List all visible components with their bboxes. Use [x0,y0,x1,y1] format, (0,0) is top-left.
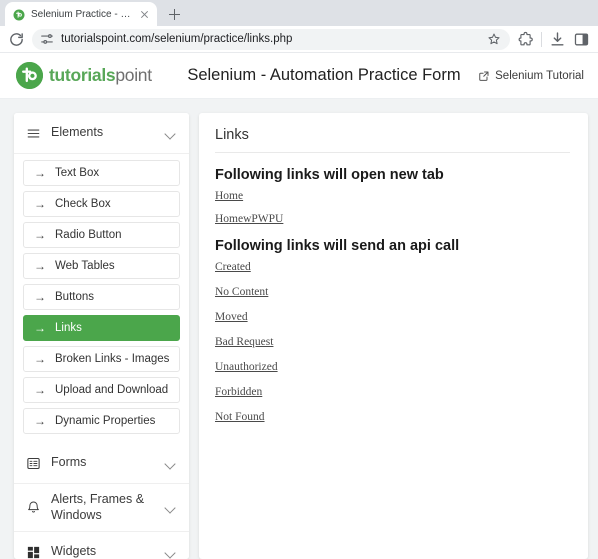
sidebar-item-buttons[interactable]: → Buttons [23,284,180,310]
widgets-grid-icon [26,545,41,559]
page-viewport: tutorialspoint Selenium - Automation Pra… [0,53,598,559]
main-heading: Links [215,127,249,143]
content-area: Elements → Text Box → Check Box → Radio … [0,99,598,559]
address-bar[interactable]: tutorialspoint.com/selenium/practice/lin… [32,28,510,50]
sidebar-item-check-box[interactable]: → Check Box [23,191,180,217]
browser-window: Selenium Practice - Links tutorialspoint… [0,0,598,559]
browser-toolbar: tutorialspoint.com/selenium/practice/lin… [0,26,598,53]
sidebar-item-label: Radio Button [55,229,122,241]
download-icon[interactable] [549,31,566,48]
main-content-card: Links Following links will open new tab … [199,113,588,559]
site-logo[interactable]: tutorialspoint [16,62,152,89]
sidebar-item-broken-links-images[interactable]: → Broken Links - Images [23,346,180,372]
sidebar-item-label: Broken Links - Images [55,353,170,365]
section-heading-api: Following links will send an api call [215,238,460,254]
arrow-right-icon: → [34,290,46,304]
sidebar-item-text-box[interactable]: → Text Box [23,160,180,186]
sidebar-item-label: Check Box [55,198,111,210]
chevron-down-icon[interactable] [165,128,176,139]
link-homewpwpu[interactable]: HomewPWPU [215,213,570,225]
sidebar-elements-items: → Text Box → Check Box → Radio Button → … [14,154,189,443]
tune-sliders-icon[interactable] [40,32,54,46]
puzzle-piece-icon[interactable] [517,31,534,48]
sidebar-item-dynamic-properties[interactable]: → Dynamic Properties [23,408,180,434]
page-title: Selenium - Automation Practice Form [187,66,461,84]
sidebar-group-label: Elements [51,125,104,140]
link-no-content[interactable]: No Content [215,286,570,298]
site-logo-text-normal: point [115,65,152,85]
tutorialspoint-logo-icon [16,62,43,89]
bell-icon [26,500,41,515]
link-not-found[interactable]: Not Found [215,411,570,423]
site-logo-text: tutorialspoint [49,65,152,86]
toolbar-divider [541,31,542,47]
sidebar-group-elements[interactable]: Elements [14,113,189,154]
link-bad-request[interactable]: Bad Request [215,336,570,348]
link-home[interactable]: Home [215,190,570,202]
sidebar-group-label: Alerts, Frames & Windows [51,491,145,522]
sidebar-item-label: Links [55,322,82,334]
browser-tab-active[interactable]: Selenium Practice - Links [5,2,157,26]
site-logo-text-bold: tutorials [49,65,116,85]
close-icon[interactable] [138,8,151,21]
link-unauthorized[interactable]: Unauthorized [215,361,570,373]
link-moved[interactable]: Moved [215,311,570,323]
form-list-icon [26,456,41,471]
sidebar-item-label: Web Tables [55,260,115,272]
reload-icon[interactable] [8,31,25,48]
sidebar-item-label: Dynamic Properties [55,415,156,427]
plus-icon[interactable] [163,3,185,25]
sidebar-group-widgets[interactable]: Widgets [14,532,189,559]
arrow-right-icon: → [34,321,46,335]
arrow-right-icon: → [34,414,46,428]
title-divider [215,152,570,153]
arrow-right-icon: → [34,383,46,397]
sidebar-item-links[interactable]: → Links [23,315,180,341]
chevron-down-icon[interactable] [165,502,176,513]
hamburger-icon [26,126,41,141]
selenium-tutorial-link-label: Selenium Tutorial [495,69,584,82]
section-heading-new-tab: Following links will open new tab [215,167,444,183]
star-icon[interactable] [487,32,501,46]
sidebar-group-label: Forms [51,455,87,470]
arrow-right-icon: → [34,259,46,273]
sidebar-group-label: Widgets [51,544,97,559]
external-link-icon [478,70,490,82]
link-forbidden[interactable]: Forbidden [215,386,570,398]
arrow-right-icon: → [34,352,46,366]
tab-strip: Selenium Practice - Links [0,0,598,26]
sidebar-item-label: Buttons [55,291,94,303]
link-created[interactable]: Created [215,261,570,273]
sidebar-group-forms[interactable]: Forms [14,443,189,484]
sidebar-item-web-tables[interactable]: → Web Tables [23,253,180,279]
sidebar-item-label: Upload and Download [55,384,169,396]
site-header: tutorialspoint Selenium - Automation Pra… [0,53,598,99]
arrow-right-icon: → [34,228,46,242]
address-bar-url[interactable]: tutorialspoint.com/selenium/practice/lin… [61,33,480,45]
profile-panel-icon[interactable] [573,31,590,48]
browser-tab-title: Selenium Practice - Links [31,8,132,20]
sidebar-item-label: Text Box [55,167,100,179]
sidebar: Elements → Text Box → Check Box → Radio … [14,113,189,559]
arrow-right-icon: → [34,166,46,180]
sidebar-group-alerts-frames-windows[interactable]: Alerts, Frames & Windows [14,484,189,532]
tutorialspoint-favicon-icon [13,8,25,21]
selenium-tutorial-link[interactable]: Selenium Tutorial [478,70,584,82]
arrow-right-icon: → [34,197,46,211]
chevron-down-icon[interactable] [165,458,176,469]
sidebar-item-radio-button[interactable]: → Radio Button [23,222,180,248]
chevron-down-icon[interactable] [165,547,176,558]
sidebar-item-upload-and-download[interactable]: → Upload and Download [23,377,180,403]
